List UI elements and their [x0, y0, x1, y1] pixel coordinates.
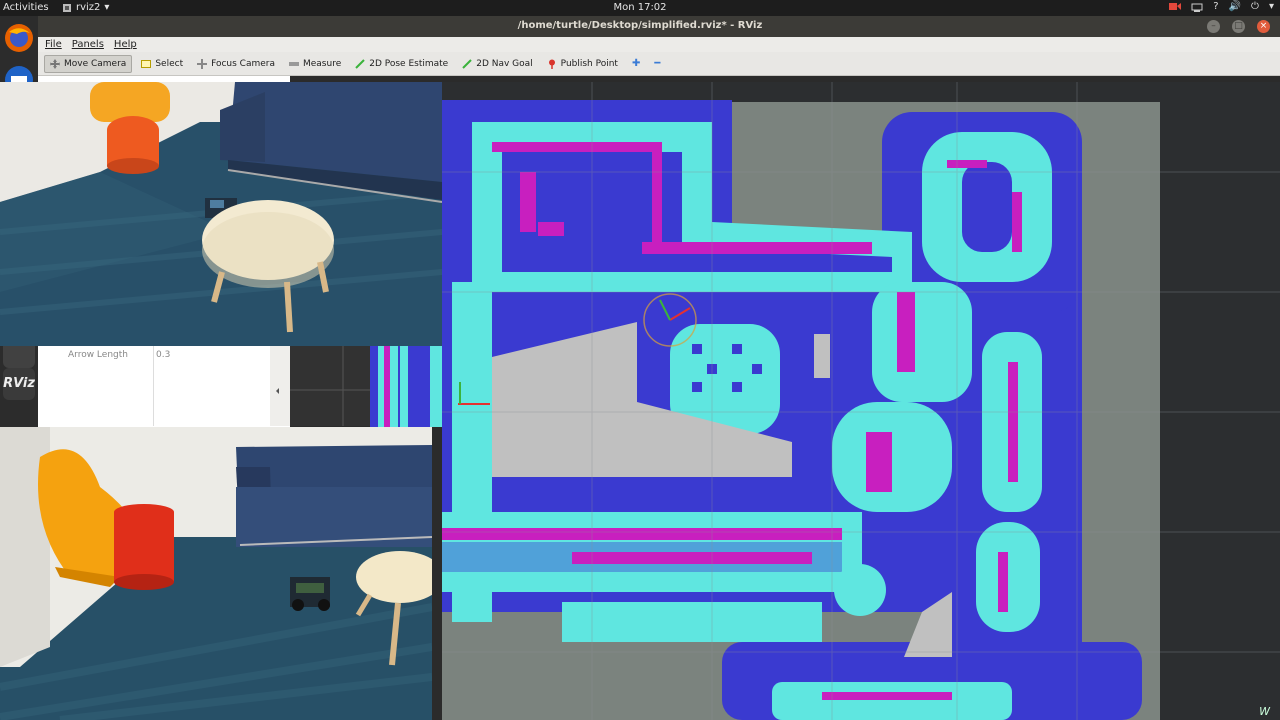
pose-estimate-label: 2D Pose Estimate	[369, 58, 449, 69]
rviz-3d-view[interactable]: W	[442, 82, 1280, 720]
focus-camera-icon	[197, 58, 208, 69]
nav-goal-label: 2D Nav Goal	[476, 58, 533, 69]
move-camera-icon	[50, 58, 60, 69]
menu-help[interactable]: Help	[114, 39, 137, 50]
app-menu[interactable]: rviz2 ▾	[62, 2, 109, 13]
activities-button[interactable]: Activities	[3, 2, 49, 13]
costmap-edge	[370, 346, 442, 427]
menu-panels[interactable]: Panels	[72, 39, 104, 50]
select-tool[interactable]: Select	[136, 56, 188, 72]
collapse-arrow-icon[interactable]	[270, 346, 290, 426]
camera-feed-bottom	[0, 427, 432, 720]
publish-point-tool[interactable]: Publish Point	[542, 56, 623, 72]
window-controls: – □ ×	[1207, 20, 1270, 33]
green-arrow-icon	[355, 58, 365, 69]
help-icon[interactable]: ?	[1213, 1, 1218, 12]
window-title-bar[interactable]: /home/turtle/Desktop/simplified.rviz* - …	[0, 16, 1280, 37]
map-view-edge[interactable]	[370, 346, 442, 427]
remove-tool-button[interactable]: ━	[649, 55, 665, 72]
panel-scroll-strip[interactable]	[270, 346, 290, 426]
camera-photo-room-bottom	[0, 427, 432, 720]
rviz-dock-icon[interactable]: RViz	[3, 368, 35, 400]
view-splitter	[290, 346, 370, 426]
property-column-divider	[153, 346, 154, 426]
clock[interactable]: Mon 17:02	[613, 2, 666, 13]
property-key: Arrow Length	[68, 350, 128, 360]
pose-estimate-tool[interactable]: 2D Pose Estimate	[350, 56, 453, 72]
measure-tool[interactable]: Measure	[284, 56, 346, 72]
camera-feed-top	[0, 82, 442, 346]
minimize-button[interactable]: –	[1207, 20, 1220, 33]
property-arrow-length[interactable]: Arrow Length 0.3	[38, 346, 270, 364]
publish-point-label: Publish Point	[560, 58, 618, 69]
camera-photo-room-top	[0, 82, 442, 346]
chevron-down-icon: ▾	[104, 2, 110, 13]
move-camera-label: Move Camera	[64, 58, 127, 69]
window-title: /home/turtle/Desktop/simplified.rviz* - …	[517, 20, 763, 31]
tool-bar: Move Camera Select Focus Camera Measure …	[38, 52, 1280, 76]
menu-file[interactable]: File	[45, 39, 62, 50]
gnome-top-bar: Activities rviz2 ▾ Mon 17:02 ? 🔊 ⏻ ▾	[0, 0, 1280, 16]
focus-camera-tool[interactable]: Focus Camera	[192, 56, 280, 72]
network-icon[interactable]	[1191, 2, 1203, 12]
watermark-text: W	[1259, 705, 1270, 718]
focus-camera-label: Focus Camera	[211, 58, 275, 69]
system-tray[interactable]: ? 🔊 ⏻ ▾	[1169, 1, 1274, 12]
property-value[interactable]: 0.3	[156, 350, 170, 360]
tray-chevron-icon[interactable]: ▾	[1269, 1, 1274, 12]
app-menu-label: rviz2	[76, 2, 101, 13]
map-pin-icon	[548, 59, 555, 69]
firefox-icon[interactable]	[3, 22, 35, 54]
volume-icon[interactable]: 🔊	[1229, 1, 1241, 12]
maximize-button[interactable]: □	[1232, 20, 1245, 33]
select-icon	[141, 59, 152, 68]
screen-record-icon[interactable]	[1169, 2, 1182, 11]
add-tool-button[interactable]: ✚	[627, 55, 645, 72]
nav-goal-tool[interactable]: 2D Nav Goal	[457, 56, 537, 72]
move-camera-tool[interactable]: Move Camera	[44, 54, 133, 73]
screen: Activities rviz2 ▾ Mon 17:02 ? 🔊 ⏻ ▾ /ho…	[0, 0, 1280, 720]
green-arrow-icon	[462, 58, 472, 69]
power-icon[interactable]: ⏻	[1251, 1, 1259, 12]
select-label: Select	[155, 58, 184, 69]
map-grid-lines	[290, 346, 370, 426]
menu-bar: File Panels Help	[38, 37, 1280, 52]
close-button[interactable]: ×	[1257, 20, 1270, 33]
measure-label: Measure	[302, 58, 342, 69]
ruler-icon	[288, 61, 299, 66]
occupancy-costmap	[442, 82, 1280, 720]
rviz-app-icon	[63, 3, 71, 12]
